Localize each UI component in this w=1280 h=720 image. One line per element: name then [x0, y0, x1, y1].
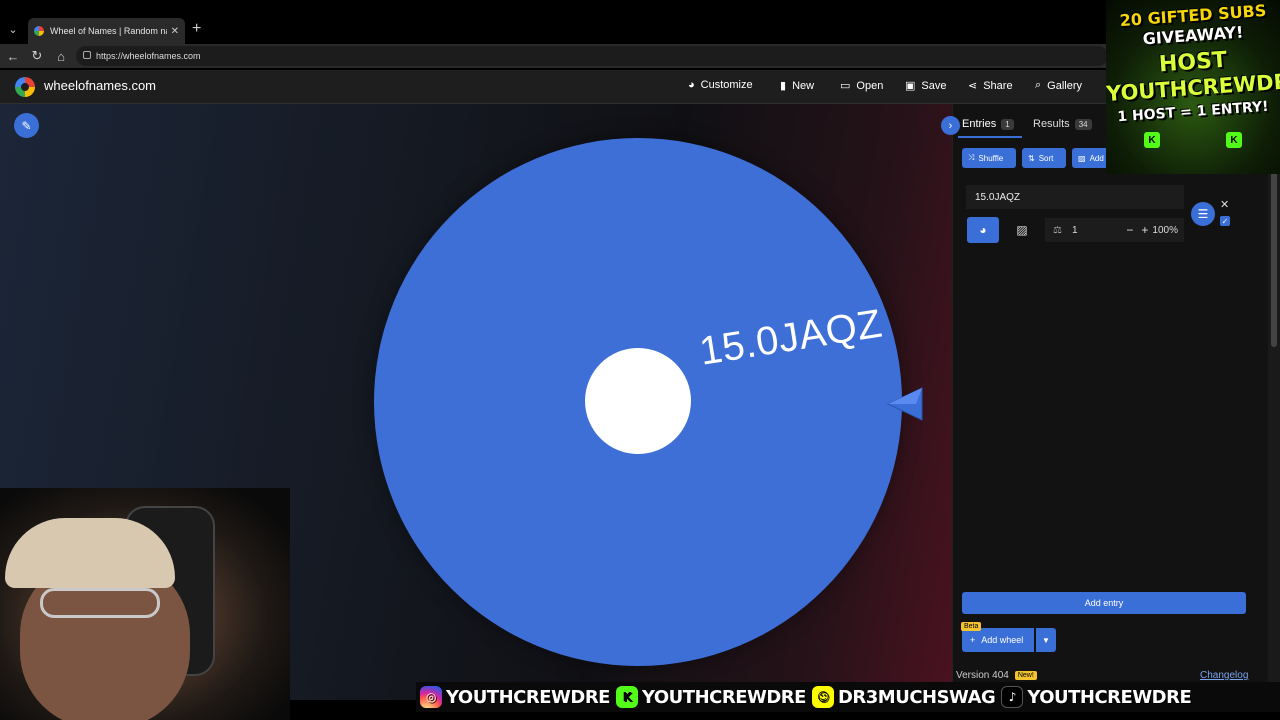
new-button[interactable]: ▮ New — [780, 79, 815, 93]
social-kick: K YOUTHCREWDRE — [615, 686, 806, 708]
tab-entries-label: Entries — [962, 118, 997, 130]
search-icon: ⌕ — [1035, 79, 1042, 91]
back-icon[interactable]: ← — [4, 47, 22, 65]
sort-icon: ⇅ — [1028, 153, 1035, 163]
shuffle-button[interactable]: ⤨ Shuffle — [962, 148, 1016, 168]
version-label: Version 404 — [956, 670, 1009, 681]
home-icon[interactable]: ⌂ — [52, 47, 70, 65]
instagram-handle: YOUTHCREWDRE — [446, 686, 610, 708]
image-icon: ▨ — [1078, 153, 1086, 163]
shuffle-label: Shuffle — [978, 153, 1004, 163]
changelog-link[interactable]: Changelog — [1200, 670, 1248, 681]
customize-button[interactable]: ◕ Customize — [688, 79, 753, 91]
webcam-feed — [0, 488, 290, 720]
add-image-button[interactable]: ▨ Add — [1072, 148, 1108, 168]
share-label: Share — [983, 79, 1013, 92]
scale-icon: ⚖ — [1053, 224, 1062, 236]
open-label: Open — [856, 79, 884, 92]
image-icon: ▨ — [1016, 223, 1028, 237]
kick-handle: YOUTHCREWDRE — [641, 686, 806, 708]
new-label: New — [792, 79, 815, 92]
social-tiktok: ♪ YOUTHCREWDRE — [1001, 686, 1192, 708]
shuffle-icon: ⤨ — [968, 153, 975, 162]
results-count-badge: 34 — [1074, 118, 1092, 130]
site-info-icon[interactable] — [83, 51, 91, 59]
new-tab-icon[interactable]: + — [192, 20, 201, 38]
kick-icon: K — [615, 686, 638, 708]
share-button[interactable]: ⋖ Share — [968, 79, 1013, 93]
streamer-glasses — [40, 588, 160, 618]
chevron-down-icon[interactable]: ▼ — [1036, 628, 1056, 652]
url-field[interactable]: https://wheelofnames.com — [76, 46, 1108, 66]
collapse-panel-icon[interactable]: › — [941, 116, 960, 135]
version-info: Version 404 New! — [956, 670, 1037, 681]
plus-icon: + — [970, 635, 976, 645]
close-tab-icon[interactable]: ✕ — [171, 26, 179, 37]
weight-value[interactable]: 1 — [1072, 225, 1122, 236]
weight-percent: 100% — [1152, 224, 1178, 236]
social-snapchat: ☺ DR3MUCHSWAG — [811, 686, 996, 708]
customize-label: Customize — [700, 79, 753, 91]
tab-entries[interactable]: Entries 1 — [962, 118, 1014, 130]
add-image-label: Add — [1089, 153, 1104, 163]
tab-results[interactable]: Results 34 — [1033, 118, 1092, 130]
active-tab-indicator — [958, 136, 1022, 138]
panel-scrollbar[interactable] — [1268, 170, 1280, 700]
increment-icon[interactable]: + — [1141, 223, 1148, 237]
share-icon: ⋖ — [968, 80, 978, 92]
kick-icon: K — [1144, 132, 1160, 148]
weight-stepper[interactable]: ⚖ 1 − + 100% — [1045, 218, 1184, 242]
palette-icon: ◕ — [979, 223, 987, 237]
wheel-center[interactable] — [585, 348, 691, 454]
palette-icon: ◕ — [688, 79, 695, 91]
snapchat-handle: DR3MUCHSWAG — [837, 686, 996, 708]
entries-count-badge: 1 — [1001, 118, 1014, 130]
favicon-icon — [34, 26, 44, 36]
browser-tab[interactable]: Wheel of Names | Random name picker ✕ — [28, 18, 185, 44]
gallery-label: Gallery — [1047, 79, 1083, 92]
entry-text-field[interactable]: 15.0JAQZ — [966, 185, 1184, 209]
entry-settings-icon[interactable]: ☰ — [1191, 202, 1215, 226]
beta-badge: Beta — [961, 622, 982, 631]
new-file-icon: ▮ — [780, 80, 787, 92]
sort-button[interactable]: ⇅ Sort — [1022, 148, 1066, 168]
open-button[interactable]: ▭ Open — [840, 79, 884, 93]
social-handles-bar: ◎ YOUTHCREWDRE K YOUTHCREWDRE ☺ DR3MUCHS… — [416, 682, 1280, 712]
new-badge: New! — [1014, 671, 1037, 680]
close-icon[interactable]: ✕ — [1220, 198, 1229, 211]
social-instagram: ◎ YOUTHCREWDRE — [420, 686, 610, 708]
folder-icon: ▭ — [840, 80, 851, 92]
reload-icon[interactable]: ↻ — [28, 47, 46, 65]
kick-icon: K — [1226, 132, 1242, 148]
add-wheel-label: Add wheel — [981, 635, 1024, 645]
edit-pencil-icon[interactable]: ✎ — [14, 113, 39, 138]
tab-search-icon[interactable]: ⌄ — [4, 20, 22, 38]
decrement-icon[interactable]: − — [1126, 223, 1133, 237]
enabled-checkbox[interactable]: ✓ — [1220, 216, 1230, 226]
tab-results-label: Results — [1033, 118, 1070, 130]
gallery-button[interactable]: ⌕ Gallery — [1035, 79, 1082, 92]
sort-label: Sort — [1038, 153, 1054, 163]
scrollbar-thumb[interactable] — [1271, 172, 1277, 347]
add-wheel-button[interactable]: + Add wheel — [962, 628, 1034, 652]
add-entry-button[interactable]: Add entry — [962, 592, 1246, 614]
save-label: Save — [921, 79, 947, 92]
site-name[interactable]: wheelofnames.com — [44, 78, 156, 93]
wheel-pointer-icon — [886, 387, 923, 421]
url-text: https://wheelofnames.com — [96, 51, 201, 61]
tiktok-handle: YOUTHCREWDRE — [1027, 686, 1192, 708]
save-button[interactable]: ▣ Save — [905, 79, 947, 93]
giveaway-overlay: 20 GIFTED SUBS GIVEAWAY! HOST YOUTHCREWD… — [1106, 0, 1280, 174]
logo-icon[interactable] — [15, 77, 35, 97]
streamer-cap — [5, 518, 175, 588]
tiktok-icon: ♪ — [1001, 686, 1024, 708]
color-picker-button[interactable]: ◕ — [967, 217, 999, 243]
instagram-icon: ◎ — [420, 686, 442, 708]
save-icon: ▣ — [905, 80, 916, 92]
tab-title: Wheel of Names | Random name picker — [50, 26, 167, 36]
snapchat-icon: ☺ — [811, 686, 834, 708]
entry-image-button[interactable]: ▨ — [1010, 219, 1034, 241]
